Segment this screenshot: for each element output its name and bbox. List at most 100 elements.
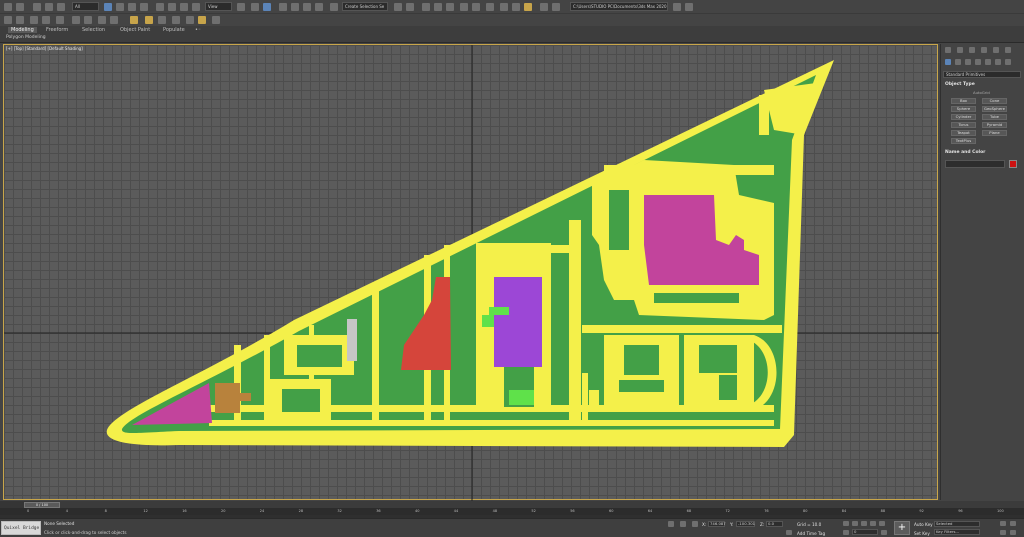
tab-freeform[interactable]: Freeform (46, 27, 68, 33)
cylinder-button[interactable]: Cylinder (951, 114, 976, 120)
plane-button[interactable]: Plane (982, 130, 1007, 136)
textplus-button[interactable]: TextPlus (951, 138, 976, 144)
helper-icon[interactable] (84, 16, 92, 24)
layers-icon[interactable] (16, 16, 24, 24)
tab-selection[interactable]: Selection (82, 27, 105, 33)
top-viewport[interactable] (3, 44, 939, 501)
project-folder-path[interactable]: C:\Users\STUDIO PC\Documents\3ds Max 202… (570, 2, 668, 11)
systems-icon[interactable] (110, 16, 118, 24)
link-icon[interactable] (33, 3, 41, 11)
time-slider[interactable]: 0 / 100 0 4 8 12 16 20 24 28 32 36 40 44 48 52 56 60 64 6… (0, 501, 1024, 515)
light-bulb-icon[interactable] (198, 16, 206, 24)
torus-button[interactable]: Torus (951, 122, 976, 128)
select-manipulate-icon[interactable] (251, 3, 259, 11)
environment-icon[interactable] (186, 16, 194, 24)
curve-editor-icon[interactable] (460, 3, 468, 11)
sphere-button[interactable]: Sphere (951, 106, 976, 112)
material-editor-icon[interactable] (486, 3, 494, 11)
rectangular-selection-icon[interactable] (128, 3, 136, 11)
next-frame-icon[interactable] (870, 521, 876, 526)
previous-frame-icon[interactable] (852, 521, 858, 526)
play-icon[interactable] (861, 521, 867, 526)
reference-coordinate-dropdown[interactable]: View (205, 2, 232, 11)
selection-filter-dropdown[interactable]: All (72, 2, 99, 11)
object-type-title[interactable]: Object Type (945, 82, 975, 87)
spacewarp-icon[interactable] (98, 16, 106, 24)
pyramid-button[interactable]: Pyramid (982, 122, 1007, 128)
selection-lock-icon[interactable] (680, 521, 686, 527)
eye-icon[interactable] (172, 16, 180, 24)
tab-object-paint[interactable]: Object Paint (120, 27, 150, 33)
percent-snap-icon[interactable] (303, 3, 311, 11)
keyboard-shortcut-override-icon[interactable] (263, 3, 271, 11)
hierarchy-tab-icon[interactable] (969, 47, 975, 53)
snaps-toggle-icon[interactable] (279, 3, 287, 11)
zoom-icon[interactable] (1000, 521, 1006, 526)
set-keys-icon[interactable]: + (894, 521, 910, 535)
time-tag-icon[interactable] (786, 530, 792, 535)
window-crossing-icon[interactable] (140, 3, 148, 11)
tab-populate[interactable]: Populate (163, 27, 185, 33)
move-icon[interactable] (156, 3, 164, 11)
lights-category-icon[interactable] (965, 59, 971, 65)
scale-icon[interactable] (180, 3, 188, 11)
isolate-selection-icon[interactable] (668, 521, 674, 527)
mirror-icon[interactable] (394, 3, 402, 11)
cloud-icon[interactable] (130, 16, 138, 24)
align-icon[interactable] (406, 3, 414, 11)
select-by-name-icon[interactable] (116, 3, 124, 11)
angle-snap-icon[interactable] (291, 3, 299, 11)
bind-space-warp-icon[interactable] (57, 3, 65, 11)
undo-icon[interactable] (4, 3, 12, 11)
utilities-tab-icon[interactable] (1005, 47, 1011, 53)
x-coordinate-field[interactable]: 746.087 (708, 521, 726, 527)
name-and-color-title[interactable]: Name and Color (945, 150, 985, 155)
settings-icon[interactable] (212, 16, 220, 24)
placement-icon[interactable] (192, 3, 200, 11)
maximize-viewport-icon[interactable] (1010, 530, 1016, 535)
grid-icon[interactable] (56, 16, 64, 24)
key-mode-icon[interactable] (843, 530, 849, 535)
teapot-icon[interactable] (158, 16, 166, 24)
spacewarps-category-icon[interactable] (995, 59, 1001, 65)
rendered-frame-window-icon[interactable] (512, 3, 520, 11)
toggle-layer-explorer-icon[interactable] (434, 3, 442, 11)
tube-button[interactable]: Tube (982, 114, 1007, 120)
current-frame-field[interactable]: 0 (852, 529, 878, 535)
cone-button[interactable]: Cone (982, 98, 1007, 104)
viewport-label[interactable]: [+] [Top] [Standard] [Default Shading] (6, 46, 83, 51)
cameras-category-icon[interactable] (975, 59, 981, 65)
named-selection-sets-dropdown[interactable]: Create Selection Se (342, 2, 388, 11)
time-configuration-icon[interactable] (881, 530, 887, 535)
render-setup-icon[interactable] (500, 3, 508, 11)
toggle-ribbon-icon[interactable] (446, 3, 454, 11)
render-in-cloud-icon[interactable] (540, 3, 548, 11)
table-icon[interactable] (42, 16, 50, 24)
pivot-center-icon[interactable] (237, 3, 245, 11)
a360-gallery-icon[interactable] (552, 3, 560, 11)
orbit-icon[interactable] (1000, 530, 1006, 535)
create-icon[interactable] (4, 16, 12, 24)
geometry-icon[interactable] (945, 59, 951, 65)
helpers-category-icon[interactable] (985, 59, 991, 65)
toggle-scene-explorer-icon[interactable] (422, 3, 430, 11)
auto-key-button[interactable]: Auto Key (914, 522, 933, 527)
y-coordinate-field[interactable]: -100.301 (736, 521, 755, 527)
set-key-button[interactable]: Set Key (914, 531, 930, 536)
render-production-icon[interactable] (524, 3, 532, 11)
key-mode-dropdown[interactable]: Selected (934, 521, 980, 527)
track-bar[interactable] (0, 508, 1024, 515)
project-folder-icon[interactable] (673, 3, 681, 11)
create-tab-icon[interactable] (945, 47, 951, 53)
select-object-icon[interactable] (104, 3, 112, 11)
display-tab-icon[interactable] (993, 47, 999, 53)
object-color-swatch[interactable] (1009, 160, 1017, 168)
systems-category-icon[interactable] (1005, 59, 1011, 65)
tab-modeling[interactable]: Modeling (8, 27, 37, 33)
shapes-icon[interactable] (955, 59, 961, 65)
z-coordinate-field[interactable]: 0.0 (766, 521, 783, 527)
redo-icon[interactable] (16, 3, 24, 11)
pan-icon[interactable] (1010, 521, 1016, 526)
edit-named-selection-icon[interactable] (330, 3, 338, 11)
geosphere-button[interactable]: GeoSphere (982, 106, 1007, 112)
